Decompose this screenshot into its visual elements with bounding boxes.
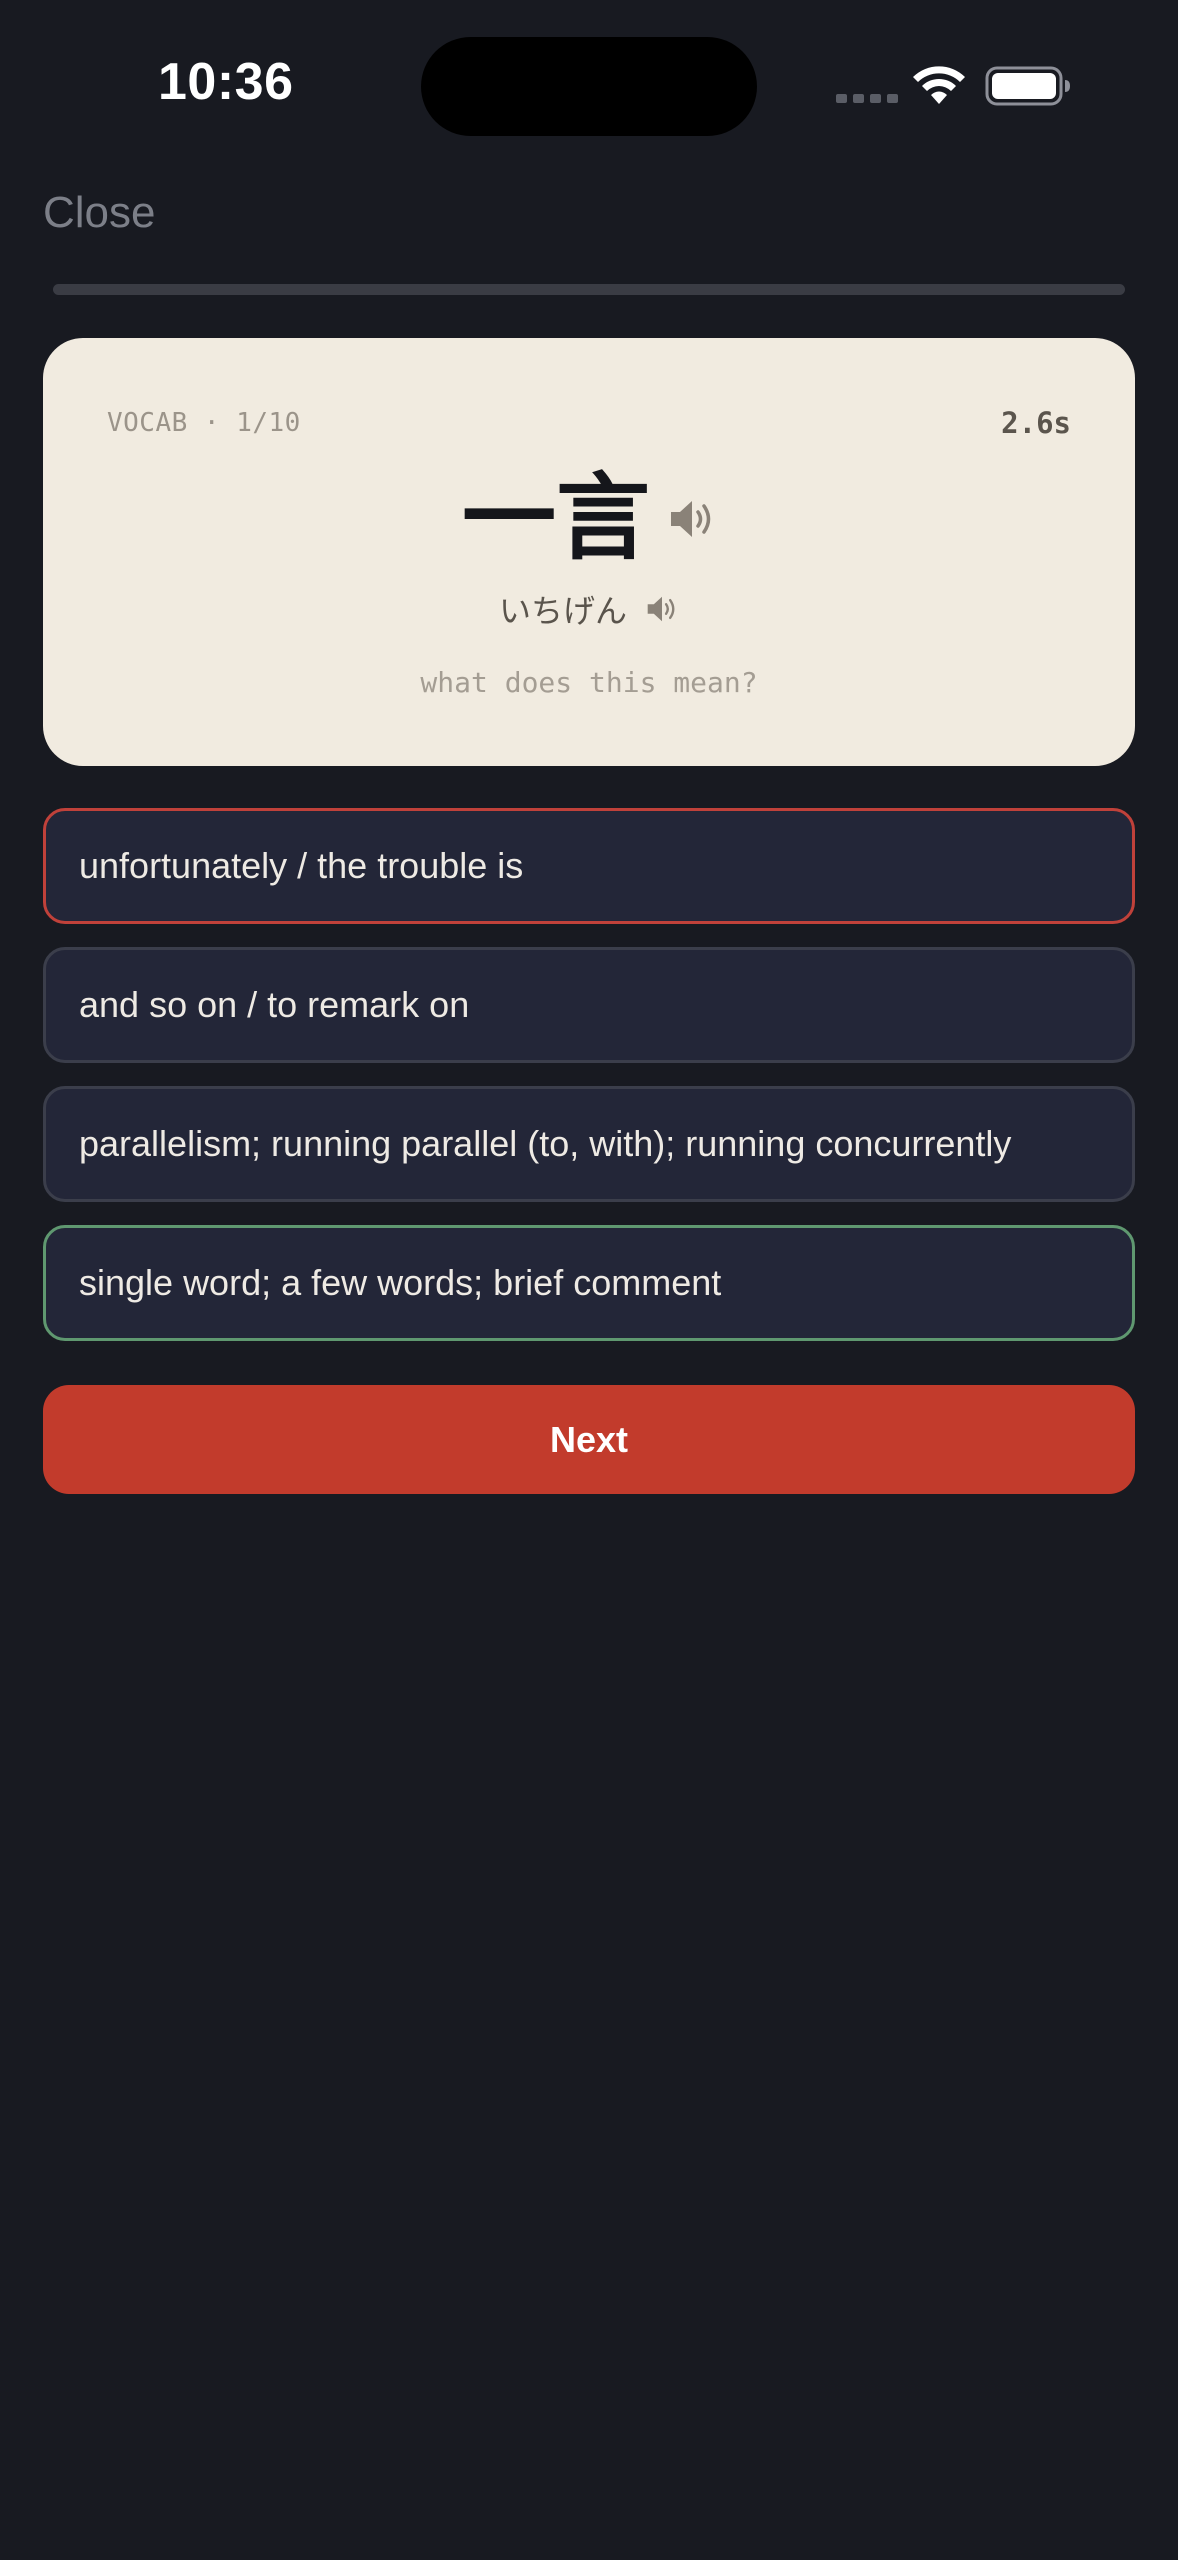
progress-bar bbox=[53, 284, 1125, 295]
reading-row: いちげん bbox=[43, 586, 1135, 632]
battery-icon bbox=[985, 66, 1070, 106]
speaker-icon[interactable] bbox=[668, 497, 716, 541]
answer-option-1[interactable]: unfortunately / the trouble is bbox=[43, 808, 1135, 924]
card-prompt: what does this mean? bbox=[420, 666, 758, 699]
answer-option-3[interactable]: parallelism; running parallel (to, with)… bbox=[43, 1086, 1135, 1202]
word-row: 一言 bbox=[43, 466, 1135, 572]
next-button[interactable]: Next bbox=[43, 1385, 1135, 1494]
card-counter: VOCAB · 1/10 bbox=[107, 408, 301, 438]
vocab-card: VOCAB · 1/10 2.6s 一言 いちげん what does this… bbox=[43, 338, 1135, 766]
reading-speaker-icon[interactable] bbox=[645, 594, 679, 624]
vocab-reading: いちげん bbox=[498, 592, 627, 630]
cellular-signal-icon bbox=[836, 94, 898, 103]
answer-option-4[interactable]: single word; a few words; brief comment bbox=[43, 1225, 1135, 1341]
answer-options: unfortunately / the trouble is and so on… bbox=[43, 808, 1135, 1364]
dynamic-island bbox=[421, 37, 757, 136]
wifi-icon bbox=[913, 66, 965, 104]
card-timer: 2.6s bbox=[1001, 406, 1071, 440]
answer-option-2[interactable]: and so on / to remark on bbox=[43, 947, 1135, 1063]
close-button[interactable]: Close bbox=[43, 188, 156, 238]
vocab-word: 一言 bbox=[461, 464, 650, 573]
status-time: 10:36 bbox=[158, 53, 294, 111]
